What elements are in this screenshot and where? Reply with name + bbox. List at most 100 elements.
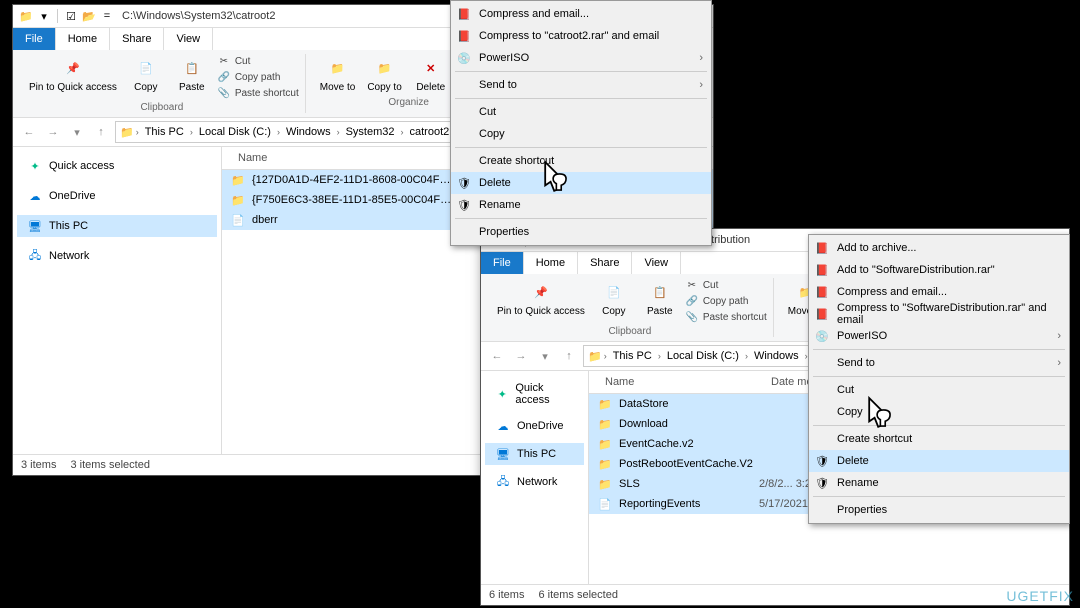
pin-button[interactable]: 📌Pin to Quick access <box>493 278 589 319</box>
breadcrumb-segment[interactable]: Windows <box>282 126 335 138</box>
menu-item[interactable]: 💿PowerISO› <box>809 325 1069 347</box>
back-button[interactable]: ← <box>487 346 507 366</box>
cut-button[interactable]: ✂Cut <box>685 278 767 292</box>
equals-icon[interactable]: = <box>100 9 114 23</box>
copy-icon: 📄 <box>602 280 626 304</box>
disc-icon: 💿 <box>455 49 473 67</box>
menu-item[interactable]: 🛡Rename <box>809 472 1069 494</box>
chevron-down-icon[interactable]: ▾ <box>535 346 555 366</box>
menu-item[interactable]: Create shortcut <box>451 150 711 172</box>
menu-item[interactable]: Copy <box>451 123 711 145</box>
menu-item[interactable]: 📕Compress to "catroot2.rar" and email <box>451 25 711 47</box>
copy-button[interactable]: 📄Copy <box>593 278 635 319</box>
ribbon-group-clipboard: 📌Pin to Quick access 📄Copy 📋Paste ✂Cut 🔗… <box>19 54 306 113</box>
sidebar-item-onedrive[interactable]: ☁OneDrive <box>17 185 217 207</box>
folder-icon: 📁 <box>588 350 602 363</box>
menu-item[interactable]: Copy <box>809 401 1069 423</box>
menu-item[interactable]: 🛡Rename <box>451 194 711 216</box>
file-name: {127D0A1D-4EF2-11D1-8608-00C04FC295... <box>252 174 452 186</box>
menu-item[interactable]: 🛡Delete <box>809 450 1069 472</box>
move-to-button[interactable]: 📁Move to <box>316 54 360 95</box>
col-name[interactable]: Name <box>230 152 446 164</box>
menu-item-label: Rename <box>479 199 521 211</box>
sidebar-item-thispc[interactable]: 🖥This PC <box>485 443 584 465</box>
sidebar-item-network[interactable]: 🖧Network <box>485 471 584 493</box>
forward-button[interactable]: → <box>43 122 63 142</box>
menu-item[interactable]: Create shortcut <box>809 428 1069 450</box>
breadcrumb-segment[interactable]: Local Disk (C:) <box>195 126 275 138</box>
menu-item-label: Send to <box>837 357 875 369</box>
tab-home[interactable]: Home <box>56 28 110 50</box>
menu-item[interactable]: 📕Compress to "SoftwareDistribution.rar" … <box>809 303 1069 325</box>
menu-item[interactable]: Properties <box>809 499 1069 521</box>
menu-item-label: PowerISO <box>837 330 887 342</box>
breadcrumb-segment[interactable]: This PC <box>609 350 656 362</box>
menu-item-label: Send to <box>479 79 517 91</box>
forward-button[interactable]: → <box>511 346 531 366</box>
folder-small-icon: 📂 <box>82 9 96 23</box>
tab-view[interactable]: View <box>632 252 681 274</box>
sidebar-item-thispc[interactable]: 🖥This PC <box>17 215 217 237</box>
back-button[interactable]: ← <box>19 122 39 142</box>
breadcrumb-segment[interactable]: This PC <box>141 126 188 138</box>
menu-item[interactable]: Send to› <box>451 74 711 96</box>
cut-button[interactable]: ✂Cut <box>217 54 299 68</box>
paste-shortcut-button[interactable]: 📎Paste shortcut <box>685 310 767 324</box>
context-menu[interactable]: 📕Add to archive...📕Add to "SoftwareDistr… <box>808 234 1070 524</box>
copy-to-button[interactable]: 📁Copy to <box>363 54 405 95</box>
chevron-down-icon[interactable]: ▾ <box>67 122 87 142</box>
breadcrumb-segment[interactable]: System32 <box>342 126 399 138</box>
paste-button[interactable]: 📋Paste <box>639 278 681 319</box>
breadcrumb-segment[interactable]: Local Disk (C:) <box>663 350 743 362</box>
copy-path-button[interactable]: 🔗Copy path <box>685 294 767 308</box>
tab-home[interactable]: Home <box>524 252 578 274</box>
breadcrumb-segment[interactable]: catroot2 <box>406 126 454 138</box>
menu-item[interactable]: 💿PowerISO› <box>451 47 711 69</box>
up-button[interactable]: ↑ <box>559 346 579 366</box>
up-button[interactable]: ↑ <box>91 122 111 142</box>
sidebar-item-quick-access[interactable]: ✦Quick access <box>485 379 584 409</box>
menu-item[interactable]: Send to › <box>809 352 1069 374</box>
checkbox-icon[interactable]: ☑ <box>64 9 78 23</box>
star-icon: ✦ <box>495 386 509 402</box>
tab-share[interactable]: Share <box>110 28 164 50</box>
tab-share[interactable]: Share <box>578 252 632 274</box>
selected-count: 3 items selected <box>70 459 149 471</box>
copy-to-icon: 📁 <box>373 56 397 80</box>
tab-view[interactable]: View <box>164 28 213 50</box>
menu-item[interactable]: 📕Add to "SoftwareDistribution.rar" <box>809 259 1069 281</box>
menu-item-label: Copy <box>837 406 863 418</box>
sidebar-item-onedrive[interactable]: ☁OneDrive <box>485 415 584 437</box>
pc-icon: 🖥 <box>495 446 511 462</box>
menu-item[interactable]: 📕Compress and email... <box>451 3 711 25</box>
delete-button[interactable]: ✕Delete <box>410 54 452 95</box>
menu-item[interactable]: 🛡Delete <box>451 172 711 194</box>
menu-item[interactable]: Properties <box>451 221 711 243</box>
copy-path-button[interactable]: 🔗Copy path <box>217 70 299 84</box>
menu-item[interactable]: Cut <box>451 101 711 123</box>
rar-icon: 📕 <box>813 305 831 323</box>
menu-item-label: Delete <box>837 455 869 467</box>
tab-file[interactable]: File <box>13 28 56 50</box>
chevron-down-icon[interactable]: ▾ <box>37 9 51 23</box>
rar-icon: 📕 <box>813 239 831 257</box>
ribbon-group-clipboard: 📌Pin to Quick access 📄Copy 📋Paste ✂Cut 🔗… <box>487 278 774 337</box>
paste-shortcut-button[interactable]: 📎Paste shortcut <box>217 86 299 100</box>
col-name[interactable]: Name <box>597 376 763 388</box>
menu-item[interactable]: 📕Add to archive... <box>809 237 1069 259</box>
menu-item-label: Rename <box>837 477 879 489</box>
menu-item[interactable]: 📕Compress and email... <box>809 281 1069 303</box>
chevron-right-icon: › <box>1057 357 1061 369</box>
copy-button[interactable]: 📄Copy <box>125 54 167 95</box>
context-menu[interactable]: 📕Compress and email...📕Compress to "catr… <box>450 0 712 246</box>
network-icon: 🖧 <box>27 248 43 264</box>
breadcrumb-segment[interactable]: Windows <box>750 350 803 362</box>
sidebar-item-quick-access[interactable]: ✦Quick access <box>17 155 217 177</box>
folder-icon: 📁 <box>597 456 613 472</box>
tab-file[interactable]: File <box>481 252 524 274</box>
pin-button[interactable]: 📌Pin to Quick access <box>25 54 121 95</box>
paste-button[interactable]: 📋Paste <box>171 54 213 95</box>
menu-item[interactable]: Cut <box>809 379 1069 401</box>
menu-item-label: Create shortcut <box>479 155 554 167</box>
sidebar-item-network[interactable]: 🖧Network <box>17 245 217 267</box>
